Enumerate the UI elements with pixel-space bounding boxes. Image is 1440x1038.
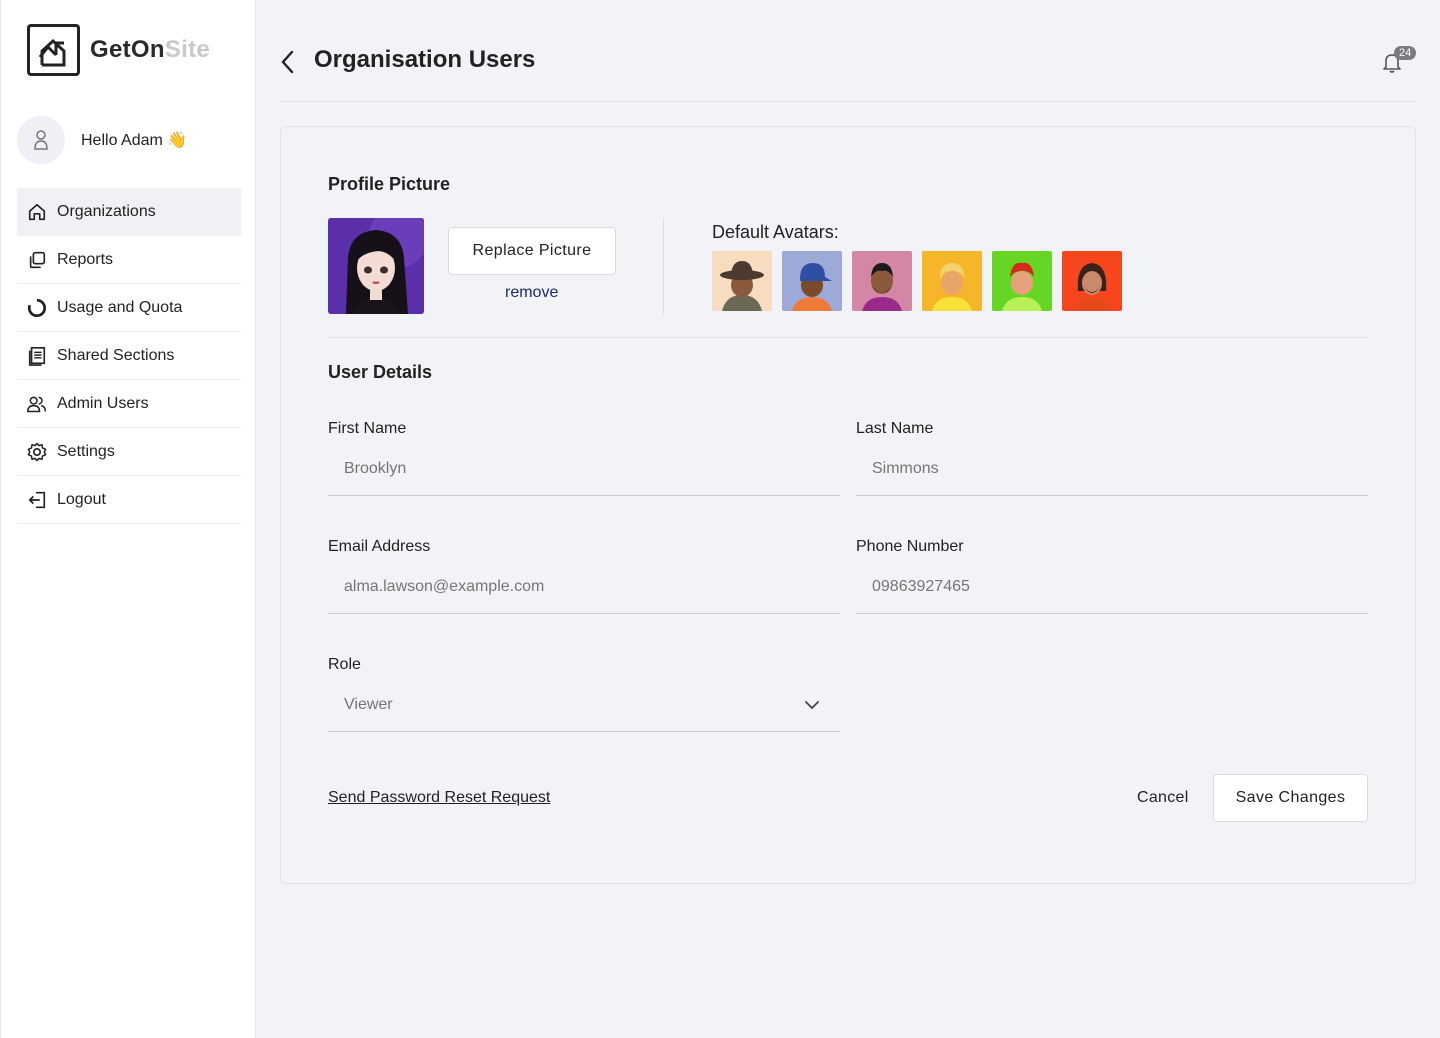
default-avatars-list bbox=[712, 251, 1122, 311]
default-avatar-6[interactable] bbox=[1062, 251, 1122, 311]
page-title: Organisation Users bbox=[314, 46, 536, 73]
replace-picture-button[interactable]: Replace Picture bbox=[448, 227, 616, 275]
last-name-value: Simmons bbox=[872, 459, 939, 477]
profile-picture bbox=[328, 218, 424, 314]
header-divider bbox=[280, 101, 1416, 102]
sidebar-item-shared-sections[interactable]: Shared Sections bbox=[17, 332, 241, 380]
default-avatar-3[interactable] bbox=[852, 251, 912, 311]
save-changes-button[interactable]: Save Changes bbox=[1213, 774, 1368, 822]
sidebar-item-organizations[interactable]: Organizations bbox=[17, 188, 241, 236]
cancel-button[interactable]: Cancel bbox=[1137, 789, 1189, 807]
phone-label: Phone Number bbox=[856, 538, 964, 555]
logo-icon bbox=[27, 24, 80, 76]
vertical-divider bbox=[663, 218, 664, 314]
first-name-value: Brooklyn bbox=[344, 459, 407, 477]
page-header: Organisation Users 24 bbox=[256, 0, 1440, 102]
role-label: Role bbox=[328, 656, 361, 673]
sidebar-item-label: Logout bbox=[57, 490, 106, 508]
send-password-reset-link[interactable]: Send Password Reset Request bbox=[328, 789, 550, 807]
avatar[interactable] bbox=[17, 116, 65, 164]
logout-icon bbox=[27, 490, 47, 510]
chevron-left-icon bbox=[281, 50, 294, 74]
user-details-title: User Details bbox=[328, 362, 433, 382]
sidebar-item-label: Usage and Quota bbox=[57, 298, 183, 316]
profile-picture-title: Profile Picture bbox=[328, 174, 451, 194]
copy-icon bbox=[27, 250, 47, 270]
phone-field[interactable]: 09863927465 bbox=[856, 560, 1368, 614]
document-icon bbox=[27, 346, 47, 366]
greeting-text: Hello Adam bbox=[81, 132, 163, 149]
sidebar-item-label: Admin Users bbox=[57, 394, 149, 412]
users-icon bbox=[27, 394, 47, 414]
phone-value: 09863927465 bbox=[872, 577, 970, 595]
remove-picture-link[interactable]: remove bbox=[505, 284, 558, 302]
section-divider bbox=[328, 337, 1368, 338]
sidebar-nav: Organizations Reports Usage and Quota Sh… bbox=[17, 188, 241, 524]
sidebar-item-label: Reports bbox=[57, 250, 114, 268]
chevron-down-icon bbox=[805, 701, 819, 710]
first-name-field[interactable]: Brooklyn bbox=[328, 442, 840, 496]
sidebar-item-settings[interactable]: Settings bbox=[17, 428, 241, 476]
sidebar-item-admin-users[interactable]: Admin Users bbox=[17, 380, 241, 428]
user-icon bbox=[34, 130, 48, 150]
default-avatar-4[interactable] bbox=[922, 251, 982, 311]
default-avatar-1[interactable] bbox=[712, 251, 772, 311]
gear-icon bbox=[27, 442, 47, 462]
default-avatar-2[interactable] bbox=[782, 251, 842, 311]
logo[interactable]: GetOnSite bbox=[27, 24, 210, 76]
email-value: alma.lawson@example.com bbox=[344, 577, 545, 595]
sidebar-item-logout[interactable]: Logout bbox=[17, 476, 241, 524]
role-select[interactable]: Viewer bbox=[328, 678, 840, 732]
first-name-label: First Name bbox=[328, 420, 407, 437]
pie-icon bbox=[27, 298, 47, 318]
user-greeting: Hello Adam 👋 bbox=[17, 116, 187, 164]
default-avatars-label: Default Avatars: bbox=[712, 222, 839, 242]
last-name-label: Last Name bbox=[856, 420, 934, 437]
email-field[interactable]: alma.lawson@example.com bbox=[328, 560, 840, 614]
sidebar-item-reports[interactable]: Reports bbox=[17, 236, 241, 284]
back-button[interactable] bbox=[278, 50, 298, 74]
sidebar-item-label: Settings bbox=[57, 442, 115, 460]
home-icon bbox=[27, 202, 47, 222]
brand-name: GetOn bbox=[90, 36, 165, 63]
sidebar-item-usage[interactable]: Usage and Quota bbox=[17, 284, 241, 332]
sidebar: GetOnSite Hello Adam 👋 Organizations Rep… bbox=[0, 0, 256, 1038]
last-name-field[interactable]: Simmons bbox=[856, 442, 1368, 496]
brand-name-suffix: Site bbox=[164, 36, 211, 63]
wave-icon: 👋 bbox=[167, 132, 188, 149]
user-edit-card: Profile Picture Replace Picture remove D… bbox=[280, 126, 1416, 884]
default-avatar-5[interactable] bbox=[992, 251, 1052, 311]
sidebar-item-label: Shared Sections bbox=[57, 346, 175, 364]
notification-badge: 24 bbox=[1394, 46, 1417, 60]
role-value: Viewer bbox=[344, 695, 393, 713]
email-label: Email Address bbox=[328, 538, 431, 555]
sidebar-item-label: Organizations bbox=[57, 202, 156, 220]
